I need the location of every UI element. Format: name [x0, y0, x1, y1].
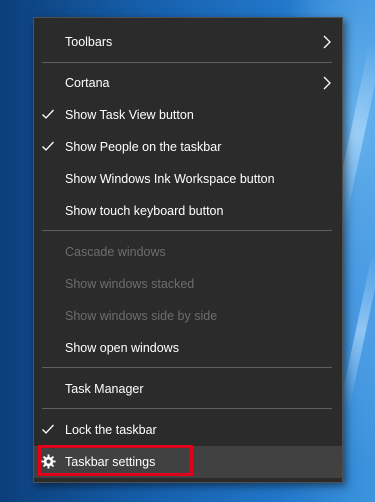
menu-item-cortana[interactable]: Cortana	[34, 67, 342, 99]
chevron-right-icon	[323, 35, 331, 49]
chevron-right-icon	[323, 76, 331, 90]
menu-item-show-open-windows[interactable]: Show open windows	[34, 332, 342, 364]
menu-separator	[42, 62, 332, 63]
menu-item-label: Show open windows	[65, 341, 179, 355]
checkmark-icon	[42, 424, 54, 434]
checkmark-icon	[42, 141, 54, 151]
menu-item-show-windows-side-by-side: Show windows side by side	[34, 300, 342, 332]
menu-item-task-manager[interactable]: Task Manager	[34, 373, 342, 405]
menu-item-show-windows-stacked: Show windows stacked	[34, 268, 342, 300]
menu-item-label: Show windows stacked	[65, 277, 195, 291]
menu-item-label: Lock the taskbar	[65, 423, 157, 437]
checkmark-icon	[42, 109, 54, 119]
annotation-highlight-box	[38, 445, 193, 476]
menu-item-cascade-windows: Cascade windows	[34, 236, 342, 268]
wallpaper-light-streak	[339, 250, 375, 410]
menu-item-label: Show Task View button	[65, 108, 194, 122]
menu-separator	[42, 408, 332, 409]
menu-item-show-task-view-button[interactable]: Show Task View button	[34, 99, 342, 131]
menu-item-lock-the-taskbar[interactable]: Lock the taskbar	[34, 414, 342, 446]
menu-separator	[42, 230, 332, 231]
menu-item-show-people-on-taskbar[interactable]: Show People on the taskbar	[34, 131, 342, 163]
taskbar-context-menu: Toolbars Cortana Show Task View button S…	[33, 17, 343, 483]
menu-item-show-windows-ink-workspace-button[interactable]: Show Windows Ink Workspace button	[34, 163, 342, 195]
menu-item-label: Show windows side by side	[65, 309, 218, 323]
menu-separator	[42, 367, 332, 368]
menu-item-show-touch-keyboard-button[interactable]: Show touch keyboard button	[34, 195, 342, 227]
menu-item-label: Show People on the taskbar	[65, 140, 222, 154]
menu-item-label: Cascade windows	[65, 245, 166, 259]
menu-item-label: Show Windows Ink Workspace button	[65, 172, 275, 186]
menu-item-label: Toolbars	[65, 35, 113, 49]
menu-item-label: Cortana	[65, 76, 110, 90]
menu-item-toolbars[interactable]: Toolbars	[34, 26, 342, 58]
menu-item-label: Task Manager	[65, 382, 144, 396]
menu-item-label: Show touch keyboard button	[65, 204, 224, 218]
